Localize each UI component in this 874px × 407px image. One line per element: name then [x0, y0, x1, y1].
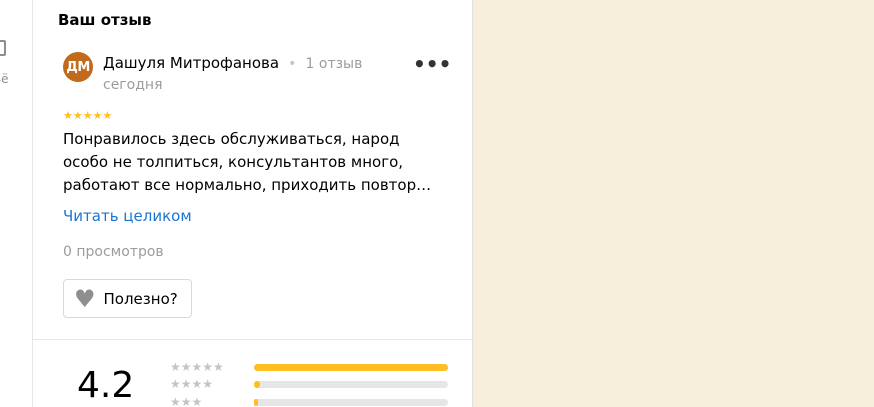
author-line: Дашуля Митрофанова • 1 отзыв — [103, 53, 362, 72]
review-panel: Ваш отзыв ДМ Дашуля Митрофанова • 1 отзы… — [33, 0, 473, 407]
useful-button[interactable]: ♥ Полезно? — [63, 279, 192, 318]
review-text-line: Понравилось здесь обслуживаться, народ — [63, 130, 400, 148]
left-rail: ьё — [0, 0, 33, 407]
author-review-count: 1 отзыв — [305, 56, 363, 72]
views-count: 0 просмотров — [63, 244, 164, 260]
rail-label: ьё — [0, 72, 9, 86]
read-more-link[interactable]: Читать целиком — [63, 207, 192, 225]
distribution-bar-track — [254, 364, 448, 371]
distribution-stars: ★★★★ — [170, 377, 214, 391]
rating-value: 4.2 — [77, 365, 135, 406]
author-name[interactable]: Дашуля Митрофанова — [103, 54, 279, 72]
review-stars: ★★★★★ — [63, 109, 113, 122]
review-text: Понравилось здесь обслуживаться, народ о… — [63, 128, 443, 197]
map-area[interactable] — [474, 0, 874, 407]
distribution-stars: ★★★ — [170, 395, 203, 407]
avatar[interactable]: ДМ — [63, 52, 93, 82]
distribution-bar-fill — [254, 364, 448, 371]
section-title: Ваш отзыв — [58, 11, 152, 29]
review-text-line: работают все нормально, приходить повтор… — [63, 176, 432, 194]
useful-label: Полезно? — [103, 289, 178, 308]
distribution-bar-track — [254, 399, 448, 406]
review-date: сегодня — [103, 77, 163, 93]
distribution-stars: ★★★★★ — [170, 360, 224, 374]
distribution-bar-fill — [254, 381, 260, 388]
divider — [33, 339, 473, 340]
bookmark-icon[interactable] — [0, 40, 6, 56]
distribution-bar-fill — [254, 399, 258, 406]
heart-icon: ♥ — [74, 284, 96, 313]
separator-dot: • — [288, 56, 297, 72]
review-text-line: особо не толпиться, консультантов много, — [63, 153, 404, 171]
more-options-button[interactable]: ••• — [413, 54, 451, 78]
distribution-bar-track — [254, 381, 448, 388]
